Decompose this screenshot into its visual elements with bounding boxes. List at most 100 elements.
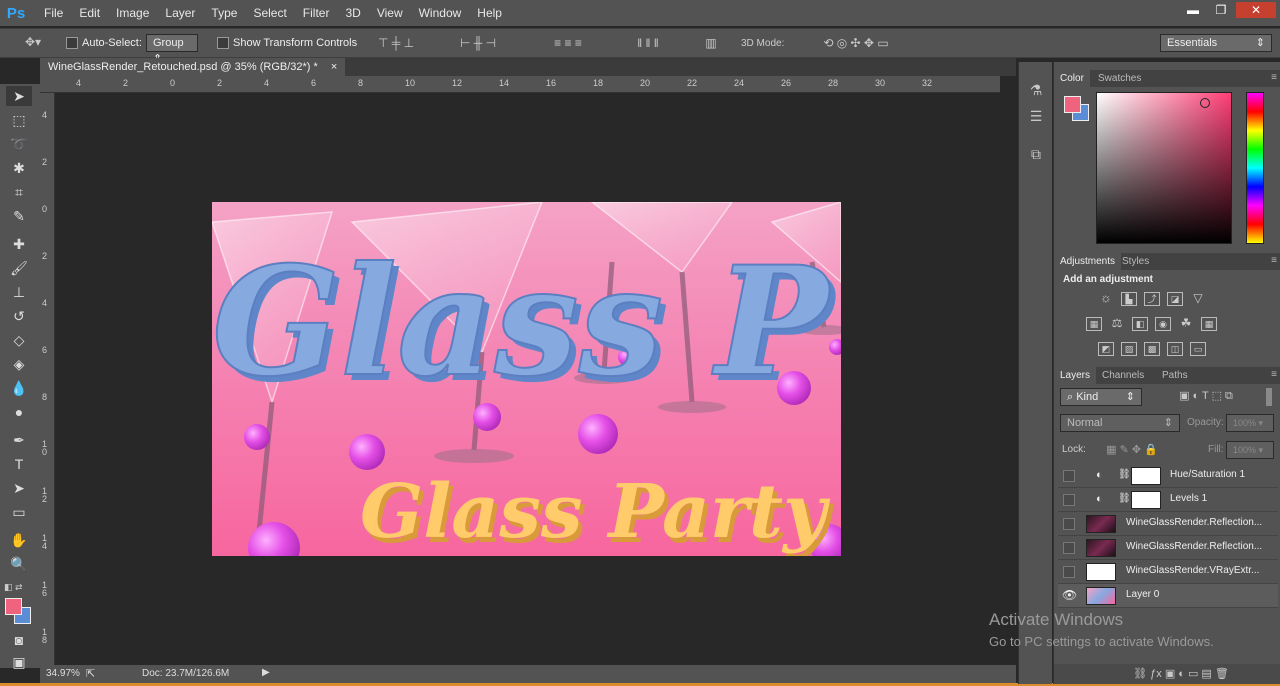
dodge-tool[interactable]: ● [6,402,32,422]
menu-edit[interactable]: Edit [71,0,108,26]
posterize-icon[interactable]: ▨ [1121,342,1137,356]
close-window-button[interactable]: ✕ [1236,2,1276,18]
crop-tool[interactable]: ⌗ [6,182,32,202]
distribute-h-icons[interactable]: ‖ ‖ ‖ [616,36,680,50]
brightness-icon[interactable]: ☼ [1098,291,1114,306]
clone-stamp-tool[interactable]: ⊥ [6,282,32,302]
layer-row-reflection-2[interactable]: WineGlassRender.Reflection... [1058,536,1278,560]
move-tool[interactable]: ➤ [6,86,32,106]
align-h-icons[interactable]: ⊢ ╫ ⊣ [446,36,510,50]
curves-icon[interactable]: ⤴ [1144,292,1160,306]
menu-file[interactable]: File [36,0,71,26]
tab-channels[interactable]: Channels [1096,367,1150,384]
brush-tool[interactable]: 🖌 [6,258,32,278]
layers-footer-icons[interactable]: ⛓ ƒx ▣ ◐ ▭ ▤ 🗑 [1088,667,1274,680]
adjustments-panel-menu-icon[interactable]: ≡ [1271,255,1277,266]
screen-mode-icon[interactable]: ▣ [6,652,32,672]
layer-row-reflection-1[interactable]: WineGlassRender.Reflection... [1058,512,1278,536]
auto-select-checkbox[interactable] [66,37,78,49]
marquee-tool[interactable]: ⬚ [6,110,32,130]
layers-panel-menu-icon[interactable]: ≡ [1271,369,1277,380]
gradient-map-icon[interactable]: ▭ [1190,342,1206,356]
visibility-toggle[interactable] [1063,542,1075,554]
tab-layers[interactable]: Layers [1054,367,1097,384]
minimize-button[interactable]: ▬ [1180,2,1206,18]
group-select[interactable]: Group ⇕ [146,34,198,65]
selective-color-icon[interactable]: ◫ [1167,342,1183,356]
distribute-icons[interactable]: ≡ ≡ ≡ [536,36,600,50]
lock-icons[interactable]: ▦ ✎ ✥ 🔒 [1090,443,1174,456]
invert-icon[interactable]: ◩ [1098,342,1114,356]
layer-filter-select[interactable]: ⌕ Kind ⇕ [1060,388,1142,406]
rectangle-tool[interactable]: ▭ [6,502,32,522]
tab-swatches[interactable]: Swatches [1092,70,1147,87]
hand-tool[interactable]: ✋ [6,530,32,550]
hue-sat-adj-icon[interactable]: ▦ [1086,317,1102,331]
move-tool-icon[interactable]: ✥▾ [22,35,44,49]
transform-controls-checkbox[interactable] [217,37,229,49]
zoom-level[interactable]: 34.97% [46,668,80,679]
vibrance-icon[interactable]: ▽ [1190,292,1206,306]
layer-filter-icons[interactable]: ▣ ◐ T ⬚ ⧉ [1150,389,1262,403]
levels-adj-icon[interactable]: ▙ [1121,292,1137,306]
opacity-input[interactable]: 100% ▾ [1226,414,1274,432]
menu-image[interactable]: Image [108,0,157,26]
exposure-icon[interactable]: ◪ [1167,292,1183,306]
blend-mode-select[interactable]: Normal ⇕ [1060,414,1180,432]
menu-help[interactable]: Help [469,0,510,26]
3d-panel-icon[interactable]: ⧉ [1026,146,1046,163]
healing-brush-tool[interactable]: ✚ [6,234,32,254]
visibility-toggle[interactable] [1063,518,1075,530]
layer-row-vray-extra[interactable]: WineGlassRender.VRayExtr... [1058,560,1278,584]
menu-3d[interactable]: 3D [337,0,368,26]
menu-window[interactable]: Window [411,0,470,26]
document-tab[interactable]: WineGlassRender_Retouched.psd @ 35% (RGB… [40,58,346,76]
layer-filter-toggle[interactable] [1266,388,1272,406]
hue-slider[interactable] [1246,92,1264,244]
bw-icon[interactable]: ◧ [1132,317,1148,331]
channel-mixer-icon[interactable]: ☘ [1178,317,1194,331]
history-brush-tool[interactable]: ↺ [6,306,32,326]
tab-styles[interactable]: Styles [1116,253,1155,270]
menu-layer[interactable]: Layer [157,0,203,26]
document-canvas[interactable]: Glass P Glass P Glass Party Glass Party [212,202,841,556]
fill-input[interactable]: 100% ▾ [1226,441,1274,459]
menu-select[interactable]: Select [245,0,294,26]
tab-adjustments[interactable]: Adjustments [1054,253,1122,270]
eye-icon[interactable]: 👁 [1062,588,1077,602]
type-tool[interactable]: T [6,454,32,474]
visibility-toggle[interactable] [1063,494,1075,506]
visibility-toggle[interactable] [1063,470,1075,482]
eyedropper-tool[interactable]: ✎ [6,206,32,226]
history-panel-icon[interactable]: ⚗ [1026,82,1046,99]
tab-color[interactable]: Color [1054,70,1090,87]
status-menu-arrow-icon[interactable]: ▶ [262,667,270,678]
layer-row-hue-sat[interactable]: ◐ ⛓ Hue/Saturation 1 [1058,464,1278,488]
properties-panel-icon[interactable]: ☰ [1026,108,1046,125]
restore-button[interactable]: ❐ [1208,2,1234,18]
color-spectrum[interactable] [1096,92,1232,244]
menu-type[interactable]: Type [203,0,245,26]
color-balance-icon[interactable]: ⚖ [1109,317,1125,331]
visibility-toggle[interactable] [1063,566,1075,578]
pen-tool[interactable]: ✒ [6,430,32,450]
foreground-color-swatch[interactable] [5,598,22,615]
status-export-icon[interactable]: ⇱ [86,667,95,680]
paint-bucket-tool[interactable]: ◈ [6,354,32,374]
photo-filter-icon[interactable]: ◉ [1155,317,1171,331]
eraser-tool[interactable]: ◇ [6,330,32,350]
menu-view[interactable]: View [369,0,411,26]
quick-mask-icon[interactable]: ◙ [6,630,32,650]
color-lookup-icon[interactable]: ▦ [1201,317,1217,331]
lasso-tool[interactable]: ➰ [6,134,32,154]
auto-align-icon[interactable]: ▥ [702,36,720,50]
color-panel-menu-icon[interactable]: ≡ [1271,72,1277,83]
document-tab-close-icon[interactable]: × [331,61,337,73]
tab-paths[interactable]: Paths [1156,367,1194,384]
zoom-tool[interactable]: 🔍 [6,554,32,574]
magic-wand-tool[interactable]: ✱ [6,158,32,178]
blur-tool[interactable]: 💧 [6,378,32,398]
path-selection-tool[interactable]: ➤ [6,478,32,498]
swap-colors-icon[interactable]: ◧ ⇄ [4,582,23,593]
color-panel-fg-swatch[interactable] [1064,96,1081,113]
